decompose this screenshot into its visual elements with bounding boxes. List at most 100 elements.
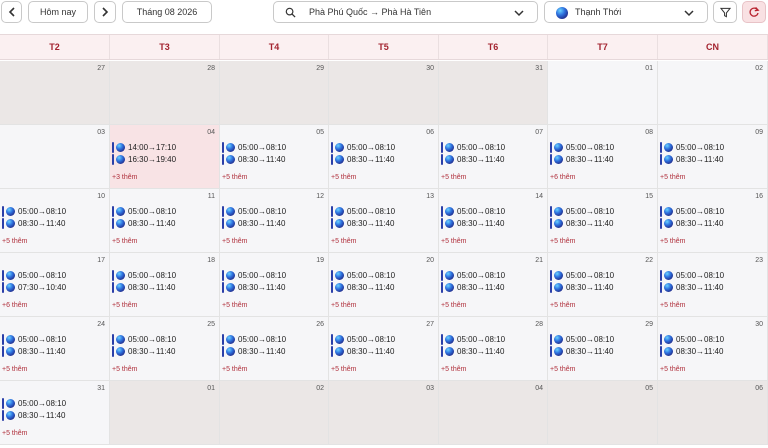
more-events-link[interactable]: +5 thêm <box>660 238 686 245</box>
more-events-link[interactable]: +3 thêm <box>112 174 138 181</box>
day-cell[interactable]: 27 05:00→08:10 08:30→11:40 +5 thêm <box>329 317 439 381</box>
more-events-link[interactable]: +5 thêm <box>331 366 357 373</box>
trip-event[interactable]: 08:30→11:40 <box>550 218 613 229</box>
trip-event[interactable]: 05:00→08:10 <box>441 142 505 153</box>
trip-event[interactable]: 08:30→11:40 <box>550 282 613 293</box>
trip-event[interactable]: 05:00→08:10 <box>660 142 724 153</box>
prev-month-button[interactable] <box>1 1 22 23</box>
trip-event[interactable]: 08:30→11:40 <box>331 346 394 357</box>
trip-event[interactable]: 08:30→11:40 <box>222 154 285 165</box>
trip-event[interactable]: 05:00→08:10 <box>222 206 286 217</box>
trip-event[interactable]: 08:30→11:40 <box>222 346 285 357</box>
trip-event[interactable]: 08:30→11:40 <box>660 154 723 165</box>
day-cell[interactable]: 21 05:00→08:10 08:30→11:40 +5 thêm <box>439 253 548 317</box>
more-events-link[interactable]: +5 thêm <box>222 302 248 309</box>
trip-event[interactable]: 05:00→08:10 <box>222 334 286 345</box>
more-events-link[interactable]: +5 thêm <box>331 302 357 309</box>
trip-event[interactable]: 16:30→19:40 <box>112 154 176 165</box>
trip-event[interactable]: 08:30→11:40 <box>222 218 285 229</box>
trip-event[interactable]: 05:00→08:10 <box>2 270 66 281</box>
trip-event[interactable]: 08:30→11:40 <box>441 218 504 229</box>
day-cell[interactable]: 08 05:00→08:10 08:30→11:40 +6 thêm <box>548 125 658 189</box>
trip-event[interactable]: 05:00→08:10 <box>331 270 395 281</box>
trip-event[interactable]: 05:00→08:10 <box>660 270 724 281</box>
day-cell[interactable]: 20 05:00→08:10 08:30→11:40 +5 thêm <box>329 253 439 317</box>
more-events-link[interactable]: +5 thêm <box>441 366 467 373</box>
trip-event[interactable]: 05:00→08:10 <box>112 334 176 345</box>
day-cell[interactable]: 03 <box>0 125 110 189</box>
trip-event[interactable]: 05:00→08:10 <box>222 142 286 153</box>
trip-event[interactable]: 08:30→11:40 <box>222 282 285 293</box>
today-button[interactable]: Hôm nay <box>28 1 88 23</box>
trip-event[interactable]: 05:00→08:10 <box>550 270 614 281</box>
day-cell[interactable]: 03 <box>329 381 439 445</box>
day-cell[interactable]: 22 05:00→08:10 08:30→11:40 +5 thêm <box>548 253 658 317</box>
trip-event[interactable]: 05:00→08:10 <box>441 206 505 217</box>
day-cell[interactable]: 01 <box>548 61 658 125</box>
trip-event[interactable]: 08:30→11:40 <box>441 282 504 293</box>
day-cell[interactable]: 01 <box>110 381 220 445</box>
trip-event[interactable]: 08:30→11:40 <box>112 218 175 229</box>
trip-event[interactable]: 05:00→08:10 <box>2 398 66 409</box>
more-events-link[interactable]: +5 thêm <box>112 366 138 373</box>
vessel-select[interactable]: Thạnh Thới <box>544 1 708 23</box>
more-events-link[interactable]: +5 thêm <box>660 174 686 181</box>
more-events-link[interactable]: +5 thêm <box>2 430 28 437</box>
day-cell[interactable]: 29 05:00→08:10 08:30→11:40 +5 thêm <box>548 317 658 381</box>
day-cell[interactable]: 24 05:00→08:10 08:30→11:40 +5 thêm <box>0 317 110 381</box>
trip-event[interactable]: 05:00→08:10 <box>660 334 724 345</box>
trip-event[interactable]: 05:00→08:10 <box>331 142 395 153</box>
day-cell[interactable]: 11 05:00→08:10 08:30→11:40 +5 thêm <box>110 189 220 253</box>
more-events-link[interactable]: +5 thêm <box>112 238 138 245</box>
trip-event[interactable]: 08:30→11:40 <box>441 154 504 165</box>
trip-event[interactable]: 05:00→08:10 <box>112 270 176 281</box>
filter-button[interactable] <box>713 1 737 23</box>
day-cell[interactable]: 30 05:00→08:10 08:30→11:40 +5 thêm <box>658 317 768 381</box>
more-events-link[interactable]: +5 thêm <box>660 302 686 309</box>
day-cell[interactable]: 15 05:00→08:10 08:30→11:40 +5 thêm <box>548 189 658 253</box>
trip-event[interactable]: 05:00→08:10 <box>660 206 724 217</box>
day-cell[interactable]: 30 <box>329 61 439 125</box>
trip-event[interactable]: 05:00→08:10 <box>2 334 66 345</box>
day-cell[interactable]: 31 05:00→08:10 08:30→11:40 +5 thêm <box>0 381 110 445</box>
trip-event[interactable]: 05:00→08:10 <box>550 142 614 153</box>
trip-event[interactable]: 08:30→11:40 <box>112 282 175 293</box>
more-events-link[interactable]: +5 thêm <box>550 366 576 373</box>
day-cell[interactable]: 27 <box>0 61 110 125</box>
more-events-link[interactable]: +5 thêm <box>2 238 28 245</box>
more-events-link[interactable]: +5 thêm <box>331 174 357 181</box>
day-cell[interactable]: 31 <box>439 61 548 125</box>
trip-event[interactable]: 08:30→11:40 <box>2 346 65 357</box>
day-cell[interactable]: 06 <box>658 381 768 445</box>
more-events-link[interactable]: +5 thêm <box>550 238 576 245</box>
day-cell[interactable]: 04 <box>439 381 548 445</box>
trip-event[interactable]: 08:30→11:40 <box>331 154 394 165</box>
day-cell[interactable]: 04 14:00→17:10 16:30→19:40 +3 thêm <box>110 125 220 189</box>
more-events-link[interactable]: +5 thêm <box>441 302 467 309</box>
trip-event[interactable]: 05:00→08:10 <box>222 270 286 281</box>
trip-event[interactable]: 08:30→11:40 <box>660 218 723 229</box>
day-cell[interactable]: 10 05:00→08:10 08:30→11:40 +5 thêm <box>0 189 110 253</box>
more-events-link[interactable]: +6 thêm <box>550 174 576 181</box>
more-events-link[interactable]: +5 thêm <box>222 238 248 245</box>
more-events-link[interactable]: +5 thêm <box>222 366 248 373</box>
trip-event[interactable]: 05:00→08:10 <box>550 334 614 345</box>
more-events-link[interactable]: +5 thêm <box>2 366 28 373</box>
day-cell[interactable]: 23 05:00→08:10 08:30→11:40 +5 thêm <box>658 253 768 317</box>
trip-event[interactable]: 05:00→08:10 <box>2 206 66 217</box>
trip-event[interactable]: 08:30→11:40 <box>331 218 394 229</box>
day-cell[interactable]: 18 05:00→08:10 08:30→11:40 +5 thêm <box>110 253 220 317</box>
trip-event[interactable]: 14:00→17:10 <box>112 142 176 153</box>
trip-event[interactable]: 05:00→08:10 <box>441 334 505 345</box>
refresh-button[interactable] <box>742 1 766 23</box>
trip-event[interactable]: 08:30→11:40 <box>660 282 723 293</box>
trip-event[interactable]: 05:00→08:10 <box>331 334 395 345</box>
day-cell[interactable]: 28 <box>110 61 220 125</box>
day-cell[interactable]: 16 05:00→08:10 08:30→11:40 +5 thêm <box>658 189 768 253</box>
more-events-link[interactable]: +5 thêm <box>441 238 467 245</box>
day-cell[interactable]: 26 05:00→08:10 08:30→11:40 +5 thêm <box>220 317 329 381</box>
trip-event[interactable]: 08:30→11:40 <box>2 218 65 229</box>
day-cell[interactable]: 29 <box>220 61 329 125</box>
day-cell[interactable]: 14 05:00→08:10 08:30→11:40 +5 thêm <box>439 189 548 253</box>
trip-event[interactable]: 08:30→11:40 <box>112 346 175 357</box>
